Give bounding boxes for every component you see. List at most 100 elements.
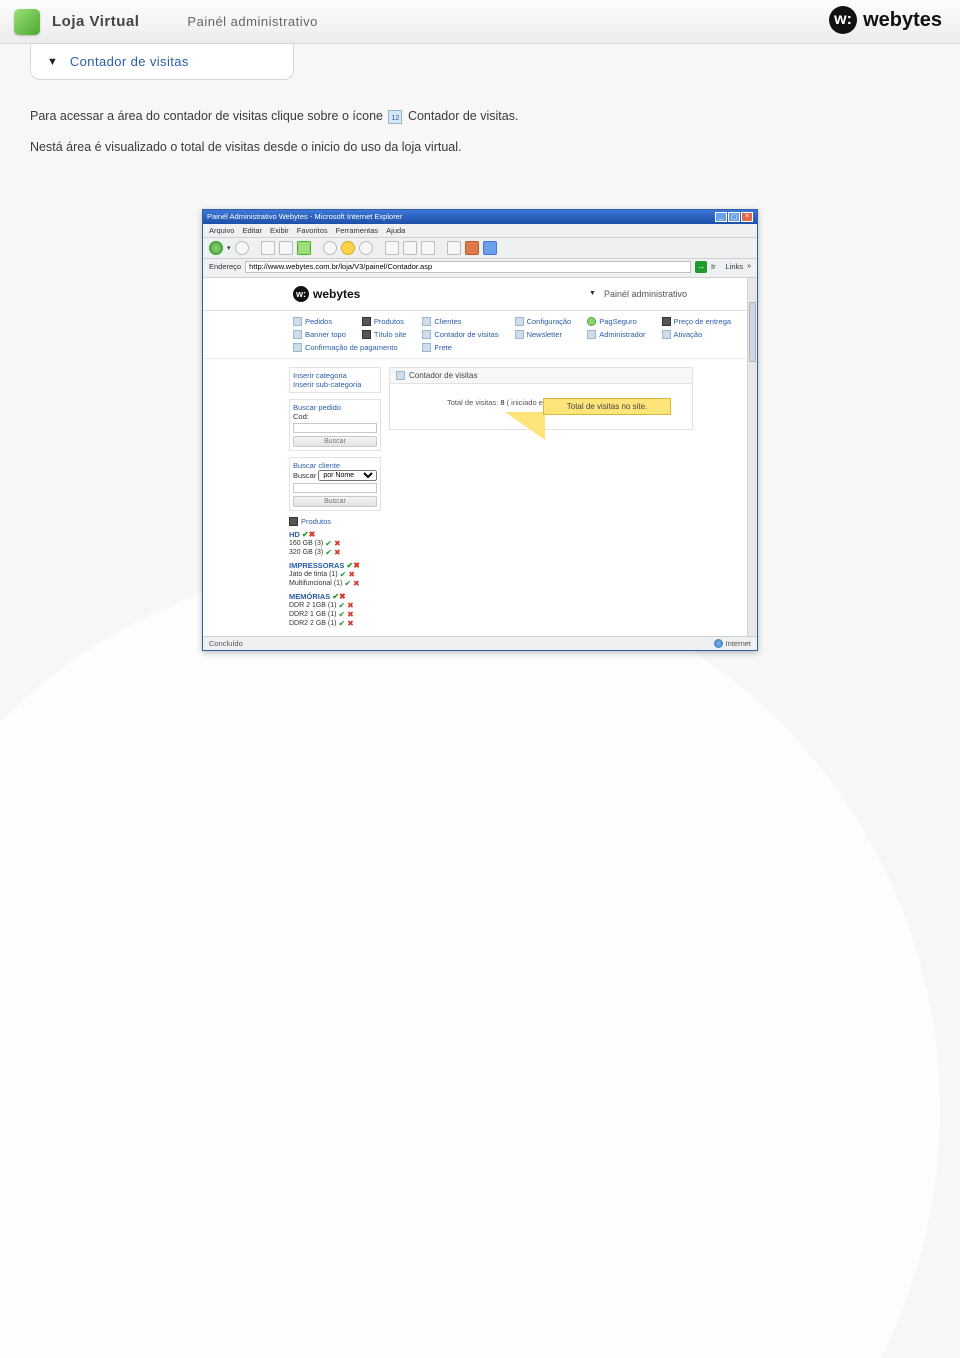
- link-preco-entrega[interactable]: Preço de entrega: [662, 317, 732, 326]
- ie-window: Painél Administrativo Webytes - Microsof…: [202, 209, 758, 651]
- para1-pre: Para acessar a área do contador de visit…: [30, 109, 386, 123]
- maximize-icon[interactable]: ▢: [728, 212, 740, 222]
- menu-exibir[interactable]: Exibir: [270, 226, 289, 235]
- visits-pre: Total de visitas:: [447, 398, 500, 407]
- vertical-scrollbar[interactable]: [747, 278, 757, 636]
- produtos-label: Produtos: [301, 517, 331, 526]
- section-label: Contador de visitas: [70, 54, 189, 69]
- buscar-cliente-label: Buscar cliente: [293, 461, 377, 470]
- panel-header: w: webytes ▼ Painél administrativo: [203, 278, 757, 311]
- produtos-icon: [289, 517, 298, 526]
- link-titulo[interactable]: Título site: [362, 330, 407, 339]
- addr-label: Endereço: [209, 262, 241, 271]
- sidebar-produtos: Produtos HD ✔✖ 160 GB (3) ✔✖ 320 GB (3) …: [289, 517, 381, 628]
- buscar-pedido-label: Buscar pedido: [293, 403, 377, 412]
- ir-label: Ir: [711, 262, 716, 271]
- panel-header-title: Painél administrativo: [604, 289, 687, 299]
- chevron-down-icon[interactable]: ▼: [589, 290, 596, 297]
- select-por-nome[interactable]: por Nome: [318, 470, 377, 481]
- top-bar: Loja Virtual Painél administrativo w: we…: [0, 0, 960, 44]
- para2: Nestá área é visualizado o total de visi…: [30, 137, 930, 158]
- close-icon[interactable]: ×: [741, 212, 753, 222]
- status-right: Internet: [726, 639, 751, 648]
- cat-hd[interactable]: HD: [289, 530, 300, 539]
- menu-arquivo[interactable]: Arquivo: [209, 226, 234, 235]
- home-icon[interactable]: [297, 241, 311, 255]
- link-configuracao[interactable]: Configuração: [515, 317, 572, 326]
- panel-logo: w: webytes: [293, 286, 360, 302]
- go-icon[interactable]: →: [695, 261, 707, 273]
- cod-label: Cod:: [293, 412, 377, 421]
- link-conf-pag[interactable]: Confirmação de pagamento: [293, 343, 406, 352]
- refresh-icon[interactable]: [279, 241, 293, 255]
- tool-icon-1[interactable]: [447, 241, 461, 255]
- print-icon[interactable]: [403, 241, 417, 255]
- delete-icon[interactable]: ✖: [309, 530, 316, 539]
- favorites-icon[interactable]: [341, 241, 355, 255]
- panel-title: Painél administrativo: [187, 14, 317, 29]
- callout-box: Total de visitas no site.: [543, 398, 671, 415]
- webytes-logo-text: webytes: [863, 9, 942, 32]
- status-left: Concluído: [209, 639, 243, 648]
- forward-icon[interactable]: [235, 241, 249, 255]
- search-icon[interactable]: [323, 241, 337, 255]
- panel-logo-icon: w:: [293, 286, 309, 302]
- link-pedidos[interactable]: Pedidos: [293, 317, 346, 326]
- sidebar: Inserir categoria Inserir sub-categoria …: [289, 367, 381, 628]
- input-cod[interactable]: [293, 423, 377, 433]
- buscar-por-label: Buscar: [293, 471, 316, 480]
- link-clientes[interactable]: Clientes: [422, 317, 498, 326]
- top-links: Pedidos Produtos Clientes Configuração P…: [203, 311, 757, 359]
- link-frete[interactable]: Frete: [422, 343, 498, 352]
- main-header: Contador de visitas: [389, 367, 693, 384]
- tool-icon-3[interactable]: [483, 241, 497, 255]
- webytes-mark-icon: w:: [829, 6, 857, 34]
- counter-header-icon: [396, 371, 405, 380]
- ie-title: Painél Administrativo Webytes - Microsof…: [207, 212, 402, 221]
- link-newsletter[interactable]: Newsletter: [515, 330, 572, 339]
- link-insert-cat[interactable]: Inserir categoria: [293, 371, 377, 380]
- sidebar-insert-cat: Inserir categoria Inserir sub-categoria: [289, 367, 381, 393]
- input-cliente[interactable]: [293, 483, 377, 493]
- panel-logo-text: webytes: [313, 287, 360, 301]
- mail-icon[interactable]: [385, 241, 399, 255]
- callout-tail: [505, 412, 545, 440]
- check-icon[interactable]: ✔: [302, 530, 309, 539]
- link-ativacao[interactable]: Ativação: [662, 330, 732, 339]
- screenshot-wrap: Painél Administrativo Webytes - Microsof…: [0, 179, 960, 711]
- main-header-label: Contador de visitas: [409, 371, 477, 380]
- ie-menubar: Arquivo Editar Exibir Favoritos Ferramen…: [203, 224, 757, 238]
- body-text: Para acessar a área do contador de visit…: [0, 80, 960, 179]
- counter-icon: [388, 110, 402, 124]
- buscar-cliente-button[interactable]: Buscar: [293, 496, 377, 507]
- link-admin[interactable]: Administrador: [587, 330, 645, 339]
- link-pagseguro[interactable]: PagSeguro: [587, 317, 645, 326]
- history-icon[interactable]: [359, 241, 373, 255]
- ie-titlebar: Painél Administrativo Webytes - Microsof…: [203, 210, 757, 224]
- webytes-logo: w: webytes: [829, 6, 942, 34]
- link-banner[interactable]: Banner topo: [293, 330, 346, 339]
- buscar-pedido-button[interactable]: Buscar: [293, 436, 377, 447]
- address-input[interactable]: [245, 261, 691, 273]
- stop-icon[interactable]: [261, 241, 275, 255]
- sidebar-buscar-cliente: Buscar cliente Buscar por Nome Buscar: [289, 457, 381, 511]
- link-contador[interactable]: Contador de visitas: [422, 330, 498, 339]
- minimize-icon[interactable]: _: [715, 212, 727, 222]
- link-produtos[interactable]: Produtos: [362, 317, 407, 326]
- cat-imp[interactable]: IMPRESSORAS: [289, 561, 344, 570]
- edit-icon[interactable]: [421, 241, 435, 255]
- back-icon[interactable]: [209, 241, 223, 255]
- menu-ferramentas[interactable]: Ferramentas: [336, 226, 379, 235]
- menu-editar[interactable]: Editar: [242, 226, 262, 235]
- link-insert-subcat[interactable]: Inserir sub-categoria: [293, 380, 377, 389]
- section-tab[interactable]: ▼ Contador de visitas: [30, 44, 294, 80]
- ie-toolbar: ▾: [203, 238, 757, 259]
- links-label: Links: [726, 262, 744, 271]
- cat-mem[interactable]: MEMÓRIAS: [289, 592, 330, 601]
- ie-statusbar: Concluído Internet: [203, 636, 757, 650]
- menu-favoritos[interactable]: Favoritos: [297, 226, 328, 235]
- globe-icon: [714, 639, 723, 648]
- para1-post: Contador de visitas.: [408, 109, 518, 123]
- tool-icon-2[interactable]: [465, 241, 479, 255]
- menu-ajuda[interactable]: Ajuda: [386, 226, 405, 235]
